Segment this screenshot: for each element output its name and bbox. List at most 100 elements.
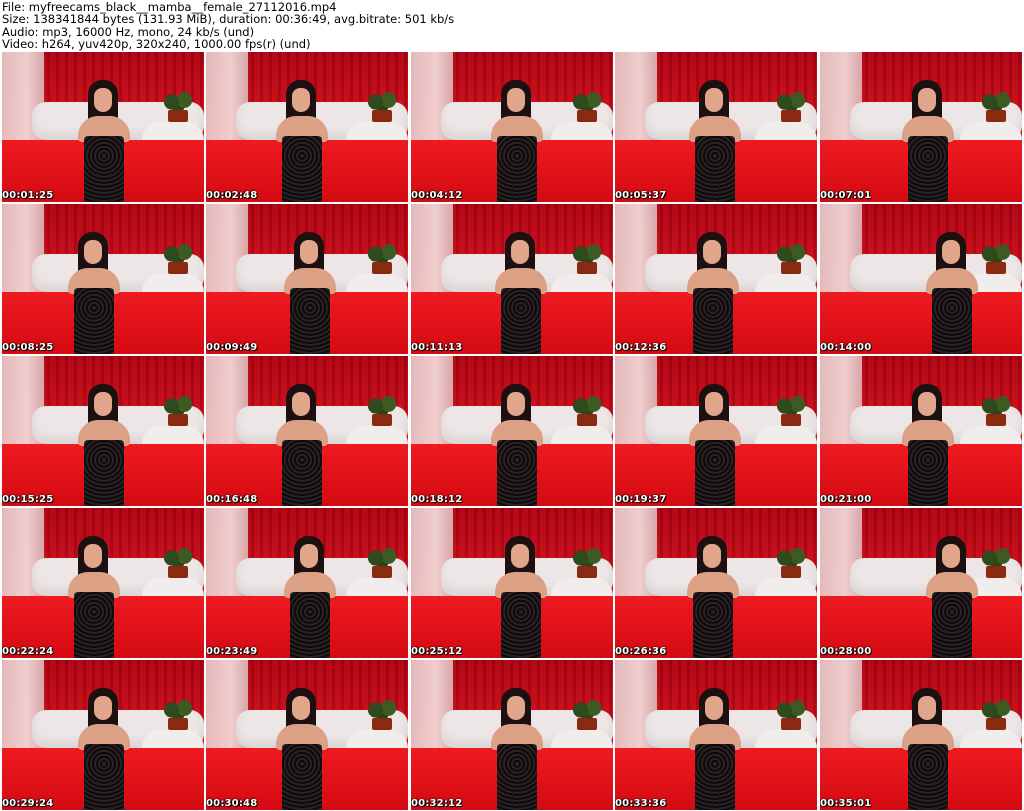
flower-pot [571,548,603,578]
person [896,688,960,810]
flower-pot [366,548,398,578]
person [72,384,136,506]
video-thumbnail: 00:26:36 [615,508,817,658]
flower-pot [775,548,807,578]
flower-pot [980,396,1012,426]
flower-pot [162,244,194,274]
person [489,536,553,658]
flower-pot [162,548,194,578]
video-thumbnail: 00:02:48 [206,52,408,202]
person [681,232,745,354]
flower-pot [980,548,1012,578]
person [683,80,747,202]
person [270,688,334,810]
flower-pot [571,244,603,274]
timestamp-label: 00:04:12 [411,190,463,201]
video-thumbnail: 00:12:36 [615,204,817,354]
person [683,384,747,506]
timestamp-label: 00:29:24 [2,798,54,809]
flower-pot [980,700,1012,730]
video-thumbnail: 00:22:24 [2,508,204,658]
person [62,232,126,354]
flower-pot [366,92,398,122]
video-thumbnail: 00:08:25 [2,204,204,354]
video-thumbnail: 00:19:37 [615,356,817,506]
video-thumbnail: 00:14:00 [820,204,1022,354]
person [278,536,342,658]
flower-pot [571,92,603,122]
video-thumbnail: 00:15:25 [2,356,204,506]
person [278,232,342,354]
timestamp-label: 00:14:00 [820,342,872,353]
file-size-line: Size: 138341844 bytes (131.93 MiB), dura… [2,12,455,27]
flower-pot [571,396,603,426]
video-thumbnail: 00:07:01 [820,52,1022,202]
flower-pot [162,396,194,426]
timestamp-label: 00:18:12 [411,494,463,505]
person [896,80,960,202]
flower-pot [366,244,398,274]
person [485,384,549,506]
timestamp-label: 00:25:12 [411,646,463,657]
timestamp-label: 00:32:12 [411,798,463,809]
timestamp-label: 00:19:37 [615,494,667,505]
timestamp-label: 00:12:36 [615,342,667,353]
timestamp-label: 00:15:25 [2,494,54,505]
person [896,384,960,506]
person [270,384,334,506]
timestamp-label: 00:11:13 [411,342,463,353]
person [920,232,984,354]
timestamp-label: 00:07:01 [820,190,872,201]
timestamp-label: 00:16:48 [206,494,258,505]
flower-pot [775,396,807,426]
timestamp-label: 00:26:36 [615,646,667,657]
flower-pot [775,92,807,122]
person [62,536,126,658]
flower-pot [980,244,1012,274]
flower-pot [775,244,807,274]
video-thumbnail: 00:32:12 [411,660,613,810]
video-thumbnail: 00:29:24 [2,660,204,810]
video-thumbnail: 00:18:12 [411,356,613,506]
video-thumbnail: 00:01:25 [2,52,204,202]
video-thumbnail: 00:28:00 [820,508,1022,658]
person [681,536,745,658]
flower-pot [366,396,398,426]
video-thumbnail: 00:33:36 [615,660,817,810]
person [72,80,136,202]
video-thumbnail: 00:30:48 [206,660,408,810]
flower-pot [571,700,603,730]
timestamp-label: 00:09:49 [206,342,258,353]
video-thumbnail: 00:16:48 [206,356,408,506]
video-thumbnail: 00:05:37 [615,52,817,202]
flower-pot [366,700,398,730]
timestamp-label: 00:33:36 [615,798,667,809]
person [489,232,553,354]
video-info-line: Video: h264, yuv420p, 320x240, 1000.00 f… [2,37,311,52]
thumbnail-grid: 00:01:25 00:02:48 00:04:12 00:05:37 00:07:01… [2,52,1024,810]
timestamp-label: 00:22:24 [2,646,54,657]
flower-pot [162,700,194,730]
timestamp-label: 00:28:00 [820,646,872,657]
video-thumbnail: 00:25:12 [411,508,613,658]
timestamp-label: 00:35:01 [820,798,872,809]
timestamp-label: 00:23:49 [206,646,258,657]
timestamp-label: 00:05:37 [615,190,667,201]
person [920,536,984,658]
flower-pot [775,700,807,730]
video-thumbnail: 00:09:49 [206,204,408,354]
video-thumbnail: 00:21:00 [820,356,1022,506]
person [270,80,334,202]
person [683,688,747,810]
file-info-header: File: myfreecams_black__mamba__female_27… [0,0,1024,52]
timestamp-label: 00:02:48 [206,190,258,201]
flower-pot [162,92,194,122]
flower-pot [980,92,1012,122]
video-thumbnail: 00:35:01 [820,660,1022,810]
person [485,688,549,810]
video-thumbnail: 00:11:13 [411,204,613,354]
person [485,80,549,202]
video-thumbnail: 00:23:49 [206,508,408,658]
timestamp-label: 00:30:48 [206,798,258,809]
timestamp-label: 00:08:25 [2,342,54,353]
